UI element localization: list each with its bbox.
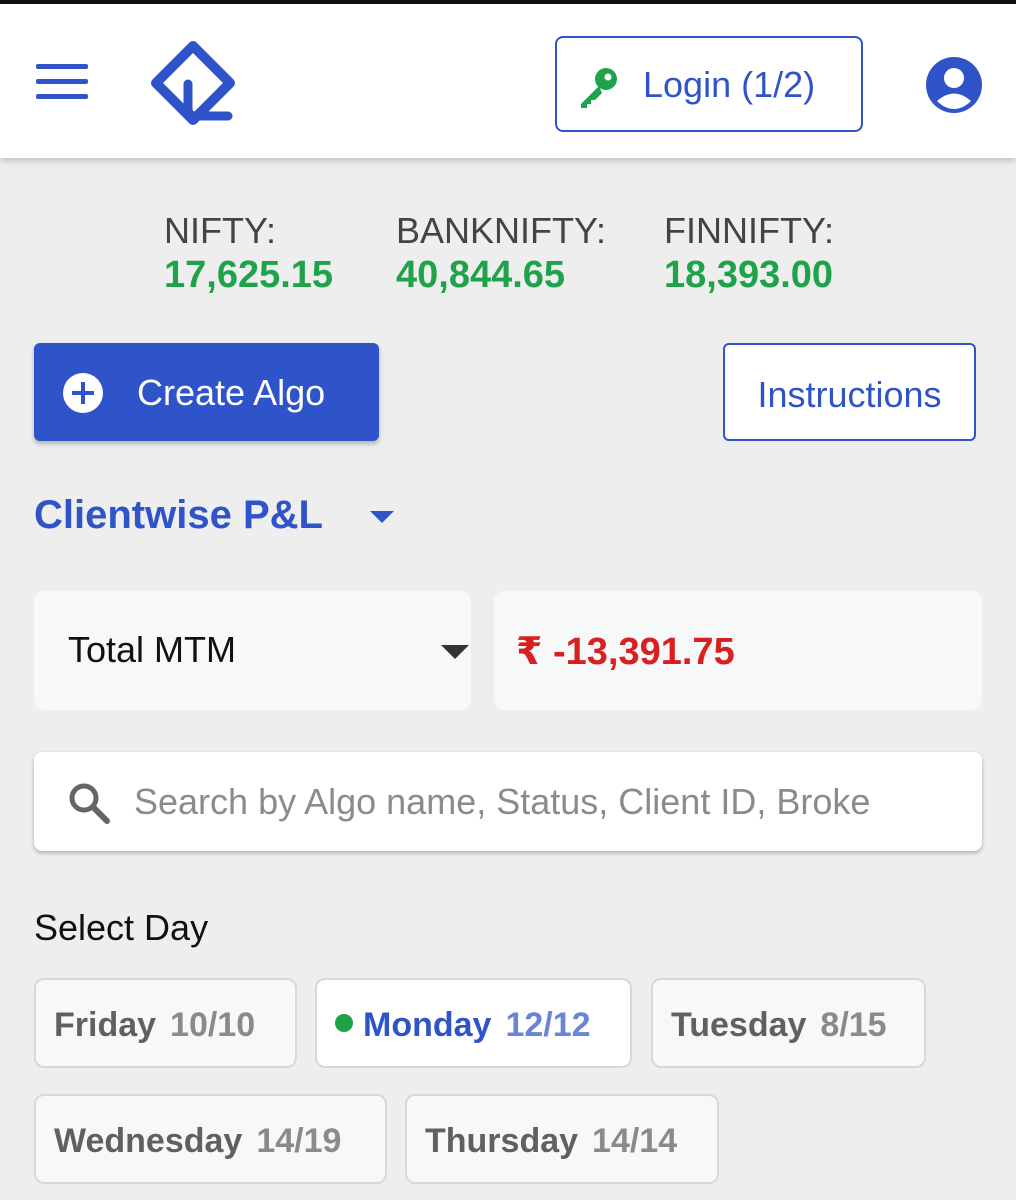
caret-down-icon <box>370 511 394 523</box>
day-count: 14/19 <box>256 1122 342 1160</box>
market-indices: NIFTY: 17,625.15 BANKNIFTY: 40,844.65 FI… <box>0 210 1016 310</box>
day-count: 14/14 <box>592 1122 678 1160</box>
index-name: FINNIFTY: <box>664 210 834 251</box>
index-name: NIFTY: <box>164 210 277 251</box>
day-chip-friday[interactable]: Friday 10/10 <box>34 978 297 1068</box>
login-button[interactable]: Login (1/2) <box>555 36 863 132</box>
day-name: Thursday <box>425 1122 579 1160</box>
clientwise-pnl-dropdown[interactable]: Clientwise P&L <box>34 493 394 538</box>
day-name: Friday <box>54 1006 157 1044</box>
index-value: 18,393.00 <box>664 254 834 296</box>
caret-down-icon <box>441 645 469 659</box>
mtm-type-select[interactable]: Total MTM <box>34 591 471 710</box>
search-bar <box>34 752 982 851</box>
active-dot-icon <box>335 1014 353 1032</box>
clientwise-pnl-title: Clientwise P&L <box>34 493 323 537</box>
create-algo-button[interactable]: Create Algo <box>34 343 379 441</box>
day-chip-thursday[interactable]: Thursday 14/14 <box>405 1094 719 1184</box>
day-name: Tuesday <box>671 1006 807 1044</box>
day-count: 12/12 <box>505 1006 591 1044</box>
index-banknifty: BANKNIFTY: 40,844.65 <box>396 210 606 298</box>
day-chip-monday[interactable]: Monday 12/12 <box>315 978 632 1068</box>
index-value: 40,844.65 <box>396 254 566 296</box>
day-count: 8/15 <box>820 1006 887 1044</box>
day-name: Monday <box>363 1006 492 1044</box>
menu-icon[interactable] <box>36 64 88 100</box>
search-icon <box>69 783 110 824</box>
day-name: Wednesday <box>54 1122 243 1160</box>
instructions-label: Instructions <box>757 374 942 415</box>
app-header: Login (1/2) <box>0 4 1016 158</box>
mtm-type-label: Total MTM <box>68 629 237 670</box>
instructions-button[interactable]: Instructions <box>723 343 976 441</box>
day-count: 10/10 <box>170 1006 256 1044</box>
app-logo[interactable] <box>150 40 236 126</box>
index-name: BANKNIFTY: <box>396 210 607 251</box>
mtm-value: ₹ -13,391.75 <box>516 631 735 673</box>
select-day-label: Select Day <box>34 907 209 948</box>
search-input[interactable] <box>134 772 964 832</box>
mtm-value-display: ₹ -13,391.75 <box>494 591 982 710</box>
index-nifty: NIFTY: 17,625.15 <box>164 210 333 298</box>
key-icon <box>581 68 617 108</box>
account-circle-icon[interactable] <box>925 56 983 114</box>
day-chip-wednesday[interactable]: Wednesday 14/19 <box>34 1094 387 1184</box>
create-algo-label: Create Algo <box>137 372 326 413</box>
login-label: Login (1/2) <box>643 64 816 105</box>
day-chip-tuesday[interactable]: Tuesday 8/15 <box>651 978 926 1068</box>
plus-circle-icon <box>63 373 103 413</box>
index-value: 17,625.15 <box>164 254 334 296</box>
index-finnifty: FINNIFTY: 18,393.00 <box>664 210 834 298</box>
